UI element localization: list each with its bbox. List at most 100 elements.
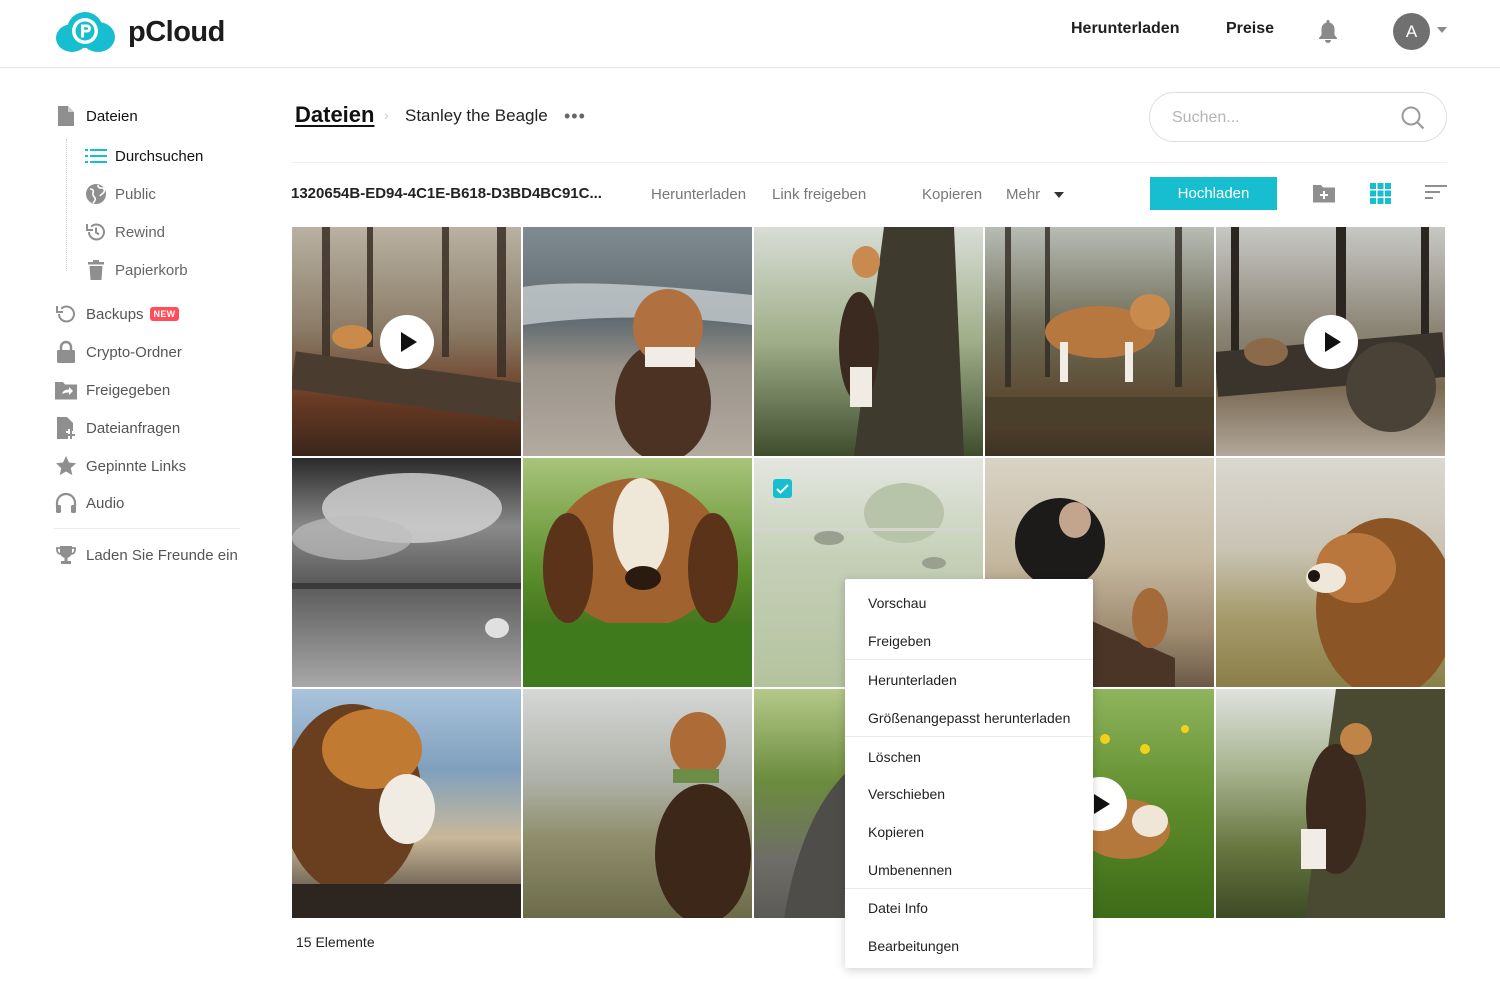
upload-button[interactable]: Hochladen [1150,177,1277,210]
file-icon [54,104,78,128]
sidebar-item-public[interactable]: Public [84,182,156,206]
play-icon[interactable] [379,314,434,369]
sidebar-item-label: Gepinnte Links [86,457,187,475]
menu-item-download-resized[interactable]: Größenangepasst herunterladen [868,710,1070,726]
star-icon [54,454,78,478]
beagle-meadow-photo [655,712,751,918]
copy-button[interactable]: Kopieren [922,186,982,203]
checkbox-checked-icon[interactable] [773,479,792,498]
menu-item-copy[interactable]: Kopieren [868,824,924,840]
menu-item-move[interactable]: Verschieben [868,786,945,802]
sidebar-item-invite[interactable]: Laden Sie Freunde ein [54,543,238,567]
sidebar-item-label: Dateianfragen [86,419,181,437]
headphones-icon [54,491,78,515]
menu-item-download[interactable]: Herunterladen [868,672,957,688]
menu-item-file-info[interactable]: Datei Info [868,900,928,916]
download-button[interactable]: Herunterladen [651,186,746,203]
share-link-button[interactable]: Link freigeben [772,186,866,203]
menu-divider [845,736,1093,737]
beagle-beach-photo [523,283,752,456]
beagle-coast-photo [292,704,521,918]
photo-thumbnail[interactable] [523,227,752,456]
sidebar-item-label: Crypto-Ordner [86,343,182,361]
beagle-forest-photo [985,227,1214,427]
sidebar-item-label: Papierkorb [115,261,188,279]
brand-name: pCloud [128,15,225,48]
chevron-down-icon[interactable] [1437,27,1447,33]
avatar[interactable]: A [1393,13,1430,50]
sidebar-item-label: Freigegeben [86,381,171,399]
pcloud-cloud-icon [56,12,115,52]
context-menu: Vorschau Freigeben Herunterladen Größena… [845,579,1093,968]
more-options-icon[interactable]: ••• [564,106,586,127]
beagle-tree-photo [839,227,964,456]
selected-file-name: 1320654B-ED94-4C1E-B618-D3BD4BC91C... [291,185,602,202]
sort-icon[interactable] [1425,183,1447,206]
photo-thumbnail[interactable] [523,689,752,918]
cloudy-beach-photo [292,473,521,638]
sidebar-item-shared[interactable]: Freigegeben [54,378,170,402]
sidebar-item-label: Public [115,185,156,203]
sidebar-item-files[interactable]: Dateien [54,104,138,128]
sidebar [0,68,270,1000]
trash-icon [84,258,108,282]
lock-icon [54,340,78,364]
sidebar-item-label: Rewind [115,223,166,241]
search-icon[interactable] [1400,105,1426,136]
breadcrumb-separator: › [384,107,389,123]
sidebar-item-pinned-links[interactable]: Gepinnte Links [54,454,186,478]
beagle-dunes-photo [1306,518,1445,687]
breadcrumb-root[interactable]: Dateien [295,102,374,128]
menu-divider [845,659,1093,660]
search-input[interactable] [1172,106,1392,130]
menu-item-share[interactable]: Freigeben [868,633,931,649]
sidebar-item-backups[interactable]: Backups NEW [54,302,180,326]
more-dropdown[interactable]: Mehr [1006,186,1040,203]
sidebar-item-browse[interactable]: Durchsuchen [84,144,203,168]
top-bar: pCloud Herunterladen Preise A [0,0,1500,68]
menu-item-preview[interactable]: Vorschau [868,595,926,611]
photo-thumbnail[interactable] [292,689,521,918]
search-box [1149,92,1447,142]
sidebar-item-label: Laden Sie Freunde ein [86,546,238,564]
beagle-climbing-tree-photo [1301,689,1445,918]
sidebar-item-rewind[interactable]: Rewind [84,220,165,244]
bell-icon[interactable] [1317,18,1339,49]
photo-thumbnail[interactable] [1216,689,1445,918]
sidebar-item-file-requests[interactable]: Dateianfragen [54,416,180,440]
sidebar-item-label: Audio [86,494,125,512]
photo-thumbnail[interactable] [1216,227,1445,456]
grid-view-icon[interactable] [1370,183,1391,209]
new-folder-icon[interactable] [1312,183,1336,208]
photo-thumbnail[interactable] [1216,458,1445,687]
photo-thumbnail[interactable] [292,458,521,687]
toolbar-divider [291,162,1447,163]
sidebar-item-crypto[interactable]: Crypto-Ordner [54,340,182,364]
header-download-link[interactable]: Herunterladen [1071,20,1179,38]
photo-thumbnail[interactable] [523,458,752,687]
menu-item-delete[interactable]: Löschen [868,749,921,765]
chevron-down-icon[interactable] [1054,192,1064,198]
header-pricing-link[interactable]: Preise [1226,20,1274,38]
tree-line [66,139,67,271]
pcloud-logo[interactable]: pCloud [54,10,225,54]
sidebar-item-trash[interactable]: Papierkorb [84,258,188,282]
list-icon [84,144,108,168]
history-icon [84,220,108,244]
photo-thumbnail[interactable] [985,227,1214,456]
new-badge: NEW [149,307,180,321]
menu-divider [845,888,1093,889]
sidebar-item-label: Durchsuchen [115,147,204,165]
beagle-grass-photo [523,478,752,687]
globe-icon [84,182,108,206]
menu-item-rename[interactable]: Umbenennen [868,862,952,878]
photo-thumbnail[interactable] [754,227,983,456]
menu-item-revisions[interactable]: Bearbeitungen [868,938,959,954]
sidebar-item-audio[interactable]: Audio [54,491,124,515]
shared-folder-icon [54,378,78,402]
trophy-icon [54,543,78,567]
photo-thumbnail[interactable] [292,227,521,456]
backup-icon [54,302,78,326]
play-icon[interactable] [1303,314,1358,369]
sidebar-divider [54,528,240,529]
